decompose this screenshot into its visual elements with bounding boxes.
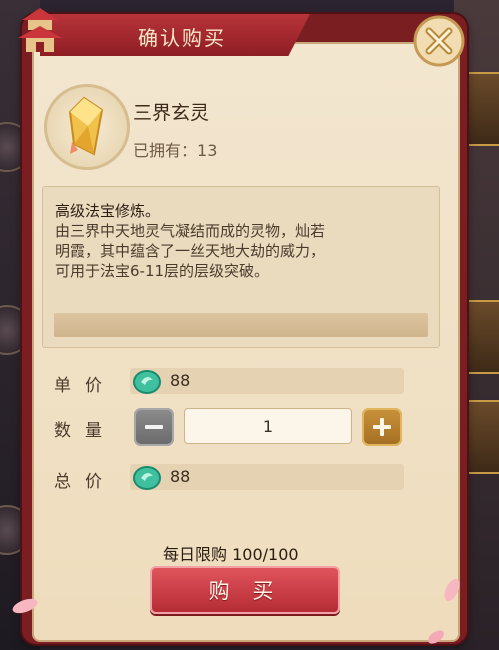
minus-icon — [145, 425, 163, 429]
dialog-title: 确认购买 — [138, 26, 226, 50]
unit-price-value: 88 — [170, 371, 191, 390]
crystal-icon — [68, 96, 104, 156]
close-icon — [413, 15, 465, 67]
petal-icon — [428, 630, 444, 644]
owned-value: 13 — [197, 141, 218, 160]
plus-icon — [373, 418, 391, 436]
petal-icon — [12, 598, 38, 614]
owned-count: 已拥有：13 — [133, 137, 217, 161]
item-icon-frame — [44, 84, 130, 170]
description-body: 由三界中天地灵气凝结而成的灵物，灿若 明霞，其中蕴含了一丝天地大劫的威力， 可用… — [55, 222, 326, 280]
quantity-input[interactable] — [184, 408, 352, 444]
unit-price-label: 单价 — [54, 376, 116, 396]
quantity-label: 数量 — [54, 421, 116, 441]
close-button[interactable] — [412, 14, 466, 68]
petal-icon — [444, 578, 460, 602]
buy-button[interactable]: 购 买 — [150, 566, 340, 614]
decrease-quantity-button[interactable] — [134, 408, 174, 446]
daily-limit-text: 每日限购 100/100 — [163, 545, 299, 564]
buy-button-label: 购 买 — [208, 579, 282, 603]
jade-currency-icon — [133, 466, 161, 490]
item-name: 三界玄灵 — [133, 102, 210, 124]
description-title: 高级法宝修炼。 — [55, 202, 161, 220]
total-price-value: 88 — [170, 467, 191, 486]
owned-label: 已拥有： — [133, 141, 198, 160]
pagoda-icon — [18, 8, 62, 52]
increase-quantity-button[interactable] — [362, 408, 402, 446]
total-price-label: 总价 — [54, 472, 116, 492]
jade-currency-icon — [133, 370, 161, 394]
description-divider-bar — [54, 313, 428, 337]
